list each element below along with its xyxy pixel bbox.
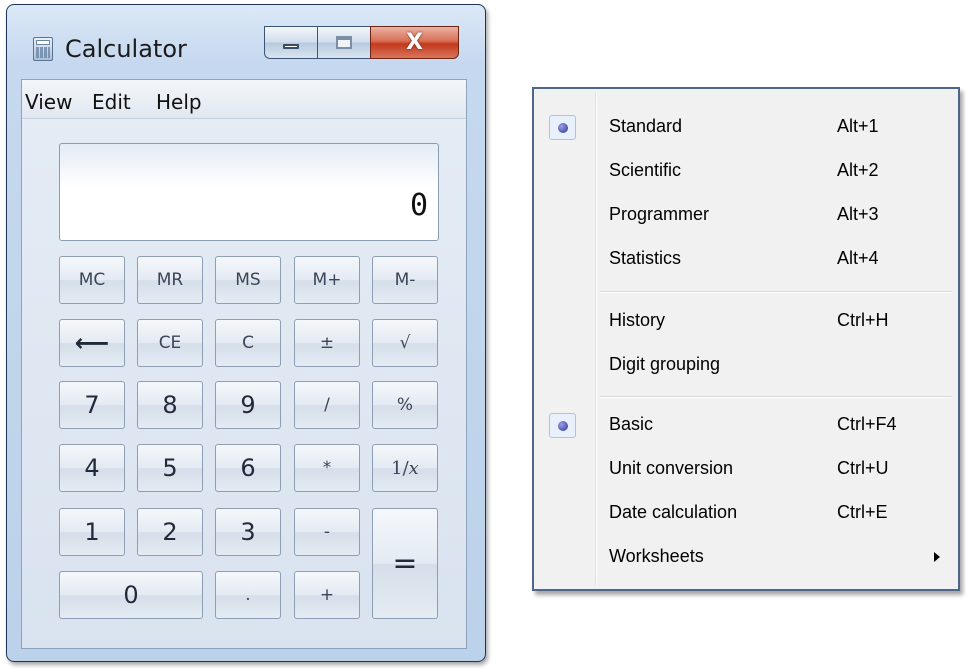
title-bar[interactable]: Calculator X: [7, 5, 485, 75]
m-minus-button[interactable]: M-: [372, 256, 438, 304]
ce-button[interactable]: CE: [137, 319, 203, 367]
decimal-button[interactable]: .: [215, 571, 281, 619]
menu-help[interactable]: Help: [156, 90, 202, 114]
calculator-app-icon[interactable]: [33, 37, 53, 61]
menu-separator: [600, 291, 952, 293]
equals-button[interactable]: =: [372, 508, 438, 619]
ms-button[interactable]: MS: [215, 256, 281, 304]
digit-4-button[interactable]: 4: [59, 444, 125, 492]
minimize-icon: [283, 44, 299, 49]
c-button[interactable]: C: [215, 319, 281, 367]
digit-5-button[interactable]: 5: [137, 444, 203, 492]
multiply-button[interactable]: *: [294, 444, 360, 492]
menu-item-unit-conversion[interactable]: Unit conversion Ctrl+U: [534, 449, 958, 489]
display-value: 0: [409, 188, 428, 223]
calculator-window: Calculator X View Edit Help 0 MC MR MS M…: [6, 4, 486, 662]
digit-3-button[interactable]: 3: [215, 508, 281, 556]
square-root-button[interactable]: √: [372, 319, 438, 367]
menu-item-basic[interactable]: Basic Ctrl+F4: [534, 405, 958, 445]
reciprocal-button[interactable]: 1/𝑥: [372, 444, 438, 492]
menu-item-standard[interactable]: Standard Alt+1: [534, 107, 958, 147]
menu-separator: [600, 396, 952, 398]
digit-2-button[interactable]: 2: [137, 508, 203, 556]
calculator-body: View Edit Help 0 MC MR MS M+ M- ⟵ CE C ±…: [21, 79, 467, 649]
menu-edit[interactable]: Edit: [92, 90, 131, 114]
close-button[interactable]: X: [370, 26, 459, 59]
menu-item-programmer[interactable]: Programmer Alt+3: [534, 195, 958, 235]
maximize-icon: [336, 36, 352, 49]
digit-6-button[interactable]: 6: [215, 444, 281, 492]
digit-0-button[interactable]: 0: [59, 571, 203, 619]
window-title: Calculator: [65, 35, 187, 63]
divide-button[interactable]: /: [294, 381, 360, 429]
menu-item-date-calculation[interactable]: Date calculation Ctrl+E: [534, 493, 958, 533]
menu-item-history[interactable]: History Ctrl+H: [534, 301, 958, 341]
submenu-arrow-icon: [934, 552, 940, 562]
radio-selected-icon: [549, 115, 576, 140]
radio-selected-icon: [549, 413, 576, 438]
plus-minus-button[interactable]: ±: [294, 319, 360, 367]
minus-button[interactable]: -: [294, 508, 360, 556]
digit-8-button[interactable]: 8: [137, 381, 203, 429]
digit-7-button[interactable]: 7: [59, 381, 125, 429]
menu-item-worksheets[interactable]: Worksheets: [534, 537, 958, 577]
menu-bar: View Edit Help: [22, 80, 466, 119]
mc-button[interactable]: MC: [59, 256, 125, 304]
plus-button[interactable]: +: [294, 571, 360, 619]
result-display: 0: [59, 143, 439, 241]
maximize-button[interactable]: [317, 26, 370, 59]
menu-item-digit-grouping[interactable]: Digit grouping: [534, 345, 958, 385]
menu-item-statistics[interactable]: Statistics Alt+4: [534, 239, 958, 279]
backspace-button[interactable]: ⟵: [59, 319, 125, 367]
view-menu-dropdown: Standard Alt+1 Scientific Alt+2 Programm…: [532, 87, 960, 591]
menu-item-scientific[interactable]: Scientific Alt+2: [534, 151, 958, 191]
percent-button[interactable]: %: [372, 381, 438, 429]
close-icon: X: [406, 30, 423, 55]
digit-9-button[interactable]: 9: [215, 381, 281, 429]
caption-buttons: X: [264, 26, 459, 59]
mr-button[interactable]: MR: [137, 256, 203, 304]
digit-1-button[interactable]: 1: [59, 508, 125, 556]
minimize-button[interactable]: [264, 26, 317, 59]
m-plus-button[interactable]: M+: [294, 256, 360, 304]
menu-view[interactable]: View: [25, 90, 72, 114]
